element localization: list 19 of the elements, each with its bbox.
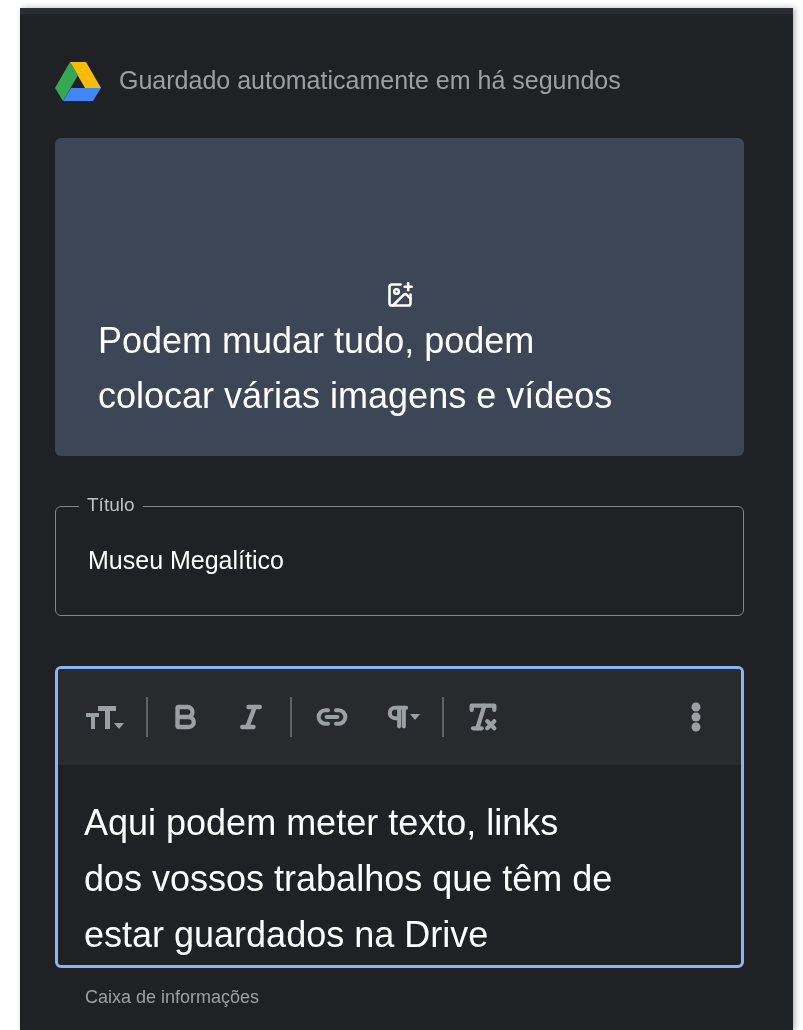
more-options-button[interactable]: [691, 702, 701, 732]
caret-icon: [114, 723, 124, 729]
text-size-icon: [86, 705, 116, 729]
editor-text-line: dos vossos trabalhos que têm de: [84, 857, 614, 901]
more-vertical-icon: [691, 702, 701, 732]
editor-body[interactable]: Aqui podem meter texto, links dos vossos trabalhos que têm de estar guardados na Drive: [58, 765, 741, 965]
media-upload-area[interactable]: Podem mudar tudo, podem colocar várias imagens e vídeos: [55, 138, 744, 456]
caret-icon: [410, 714, 420, 720]
add-photo-icon: [385, 281, 414, 309]
rich-text-editor[interactable]: Aqui podem meter texto, links dos vossos trabalhos que têm de estar guardados na Drive: [55, 666, 744, 968]
editor-text-line: Aqui podem meter texto, links: [84, 801, 560, 845]
overlay-caption-line: colocar várias imagens e vídeos: [98, 374, 613, 418]
title-value: Museu Megalítico: [88, 545, 284, 577]
editor-text-line: estar guardados na Drive: [84, 913, 490, 957]
info-box-label: Caixa de informações: [85, 986, 261, 1009]
overlay-caption-line: Podem mudar tudo, podem: [98, 319, 536, 363]
text-size-button[interactable]: [86, 705, 124, 729]
autosave-status: Guardado automaticamente em há segundos: [119, 65, 621, 97]
drive-logo-icon: [55, 61, 101, 101]
